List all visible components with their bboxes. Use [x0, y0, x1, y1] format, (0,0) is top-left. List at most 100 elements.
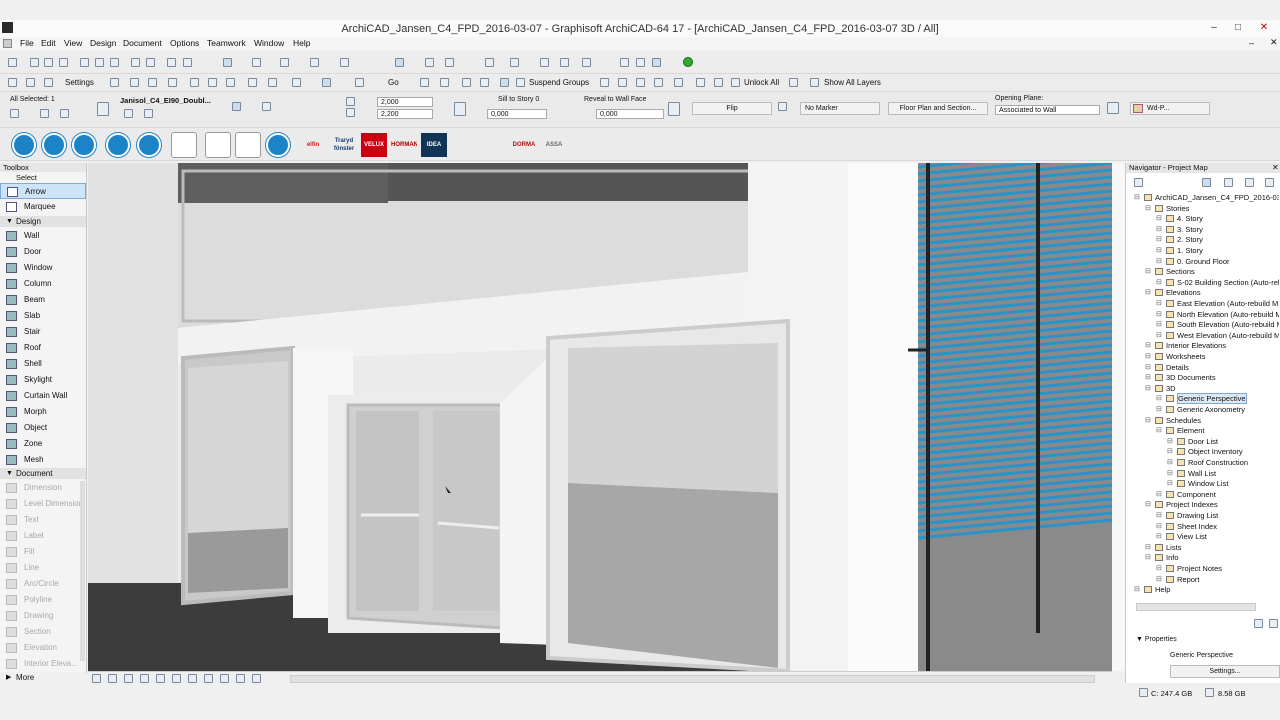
tool-roof[interactable]: Roof	[0, 340, 86, 356]
menu-teamwork[interactable]: Teamwork	[207, 38, 246, 48]
project-map-item[interactable]: View List	[1166, 532, 1207, 542]
toolbox-design-section[interactable]: ▼ Design	[0, 216, 86, 227]
maximize-button[interactable]: □	[1231, 22, 1245, 34]
favorites-icon[interactable]	[1107, 102, 1119, 114]
element-name[interactable]: Janisol_C4_EI90_Doubl...	[120, 96, 211, 105]
lock-icon[interactable]	[696, 78, 705, 87]
zoom-extents-icon[interactable]	[252, 674, 261, 683]
reveal-field[interactable]: 0,000	[596, 109, 664, 119]
tree-expand-icon[interactable]: ⊟	[1156, 511, 1162, 519]
tool-column[interactable]: Column	[0, 276, 86, 292]
tree-expand-icon[interactable]: ⊟	[1156, 225, 1162, 233]
navigator-close-icon[interactable]: ✕	[1272, 163, 1279, 172]
menu-design[interactable]: Design	[90, 38, 116, 48]
pick-up-icon[interactable]	[167, 58, 176, 67]
tool-marquee[interactable]: Marquee	[0, 199, 86, 215]
gdl-upload-icon[interactable]	[12, 133, 36, 157]
elevation-marker-icon[interactable]	[130, 78, 139, 87]
refresh-icon[interactable]	[268, 78, 277, 87]
cursor-snap-icon[interactable]	[425, 58, 434, 67]
walk-icon[interactable]	[440, 78, 449, 87]
project-map-item[interactable]: 1. Story	[1166, 246, 1203, 256]
copy-icon[interactable]	[95, 58, 104, 67]
send-backward-icon[interactable]	[636, 78, 645, 87]
tree-expand-icon[interactable]: ⊟	[1156, 522, 1162, 530]
project-map-item[interactable]: East Elevation (Auto-rebuild M	[1166, 299, 1278, 309]
project-map-item[interactable]: S-02 Building Section (Auto-rebuild	[1166, 278, 1279, 288]
unlock-all-button[interactable]: Unlock All	[744, 78, 779, 87]
save-icon[interactable]	[44, 58, 53, 67]
mirror-icon[interactable]	[124, 109, 133, 118]
tree-expand-icon[interactable]: ⊟	[1134, 585, 1140, 593]
guide-line-icon[interactable]	[280, 58, 289, 67]
logo-hormann[interactable]: HORMANN	[391, 133, 417, 157]
tree-expand-icon[interactable]: ⊟	[1134, 193, 1140, 201]
logo-generic-2[interactable]	[481, 133, 507, 157]
marker-dropdown[interactable]: No Marker	[800, 102, 880, 115]
menu-view[interactable]: View	[64, 38, 82, 48]
tree-expand-icon[interactable]: ⊟	[1145, 416, 1151, 424]
group-edit-icon[interactable]	[462, 78, 471, 87]
project-map-item[interactable]: 4. Story	[1166, 214, 1203, 224]
print-icon[interactable]	[59, 58, 68, 67]
project-map-item[interactable]: 3. Story	[1166, 225, 1203, 235]
tree-expand-icon[interactable]: ⊟	[1156, 246, 1162, 254]
show-all-layers-icon[interactable]	[810, 78, 819, 87]
tree-expand-icon[interactable]: ⊟	[1156, 405, 1162, 413]
project-map-item[interactable]: Worksheets	[1155, 352, 1205, 362]
menu-document[interactable]: Document	[123, 38, 162, 48]
zoom-in-view-icon[interactable]	[108, 674, 117, 683]
project-map-item[interactable]: Roof Construction	[1177, 458, 1248, 468]
rotate-icon[interactable]	[144, 109, 153, 118]
gdl-settings-icon[interactable]	[236, 133, 260, 157]
layer-hide-icon[interactable]	[44, 78, 53, 87]
orientation-icon[interactable]	[60, 109, 69, 118]
zoom-out-icon[interactable]	[226, 78, 235, 87]
suspend-groups-button[interactable]: Suspend Groups	[529, 78, 589, 87]
project-map-item[interactable]: Project Indexes	[1155, 500, 1218, 510]
menu-options[interactable]: Options	[170, 38, 199, 48]
project-map-item[interactable]: Stories	[1155, 204, 1189, 214]
tool-label[interactable]: Label	[0, 528, 86, 544]
fit-in-window-icon[interactable]	[140, 674, 149, 683]
offset-icon[interactable]	[540, 58, 549, 67]
project-map-item[interactable]: Object Inventory	[1177, 447, 1243, 457]
tree-expand-icon[interactable]: ⊟	[1156, 214, 1162, 222]
send-to-back-icon[interactable]	[654, 78, 663, 87]
tree-expand-icon[interactable]: ⊟	[1156, 532, 1162, 540]
tree-expand-icon[interactable]: ⊟	[1156, 320, 1162, 328]
tool-object[interactable]: Object	[0, 420, 86, 436]
project-map-item[interactable]: Report	[1166, 575, 1200, 585]
project-map-item[interactable]: Interior Elevations	[1155, 341, 1226, 351]
tree-expand-icon[interactable]: ⊟	[1156, 278, 1162, 286]
gdl-info-icon[interactable]	[42, 133, 66, 157]
show-all-layers-button[interactable]: Show All Layers	[824, 78, 881, 87]
detail-marker-icon[interactable]	[148, 78, 157, 87]
logo-idea[interactable]: IDEA	[421, 133, 447, 157]
zoom-in-icon[interactable]	[208, 78, 217, 87]
undo-icon[interactable]	[131, 58, 140, 67]
filter-icon[interactable]	[652, 58, 661, 67]
view-icon[interactable]	[620, 58, 629, 67]
open-icon[interactable]	[30, 58, 39, 67]
settings-dropdown[interactable]: Settings	[65, 78, 94, 87]
layout-book-icon[interactable]	[1245, 178, 1254, 187]
stretch-icon[interactable]	[560, 58, 569, 67]
doc-close-button[interactable]: ✕	[1270, 37, 1278, 48]
tree-expand-icon[interactable]: ⊟	[1145, 543, 1151, 551]
tree-expand-icon[interactable]: ⊟	[1156, 575, 1162, 583]
3d-viewport[interactable]	[88, 163, 1112, 671]
project-map-item[interactable]: Component	[1166, 490, 1216, 500]
snap-grid-icon[interactable]	[310, 58, 319, 67]
logo-traryd[interactable]: Traryd fönster	[331, 133, 357, 157]
navigator-settings-icon[interactable]	[1269, 619, 1278, 628]
tool-skylight[interactable]: Skylight	[0, 372, 86, 388]
logo-generic-1[interactable]	[451, 133, 477, 157]
hide-layer-icon[interactable]	[789, 78, 798, 87]
worksheet-marker-icon[interactable]	[168, 78, 177, 87]
publish-icon[interactable]	[248, 78, 257, 87]
inject-icon[interactable]	[183, 58, 192, 67]
project-map-item[interactable]: Window List	[1177, 479, 1228, 489]
tool-polyline[interactable]: Polyline	[0, 592, 86, 608]
pan-icon[interactable]	[188, 674, 197, 683]
